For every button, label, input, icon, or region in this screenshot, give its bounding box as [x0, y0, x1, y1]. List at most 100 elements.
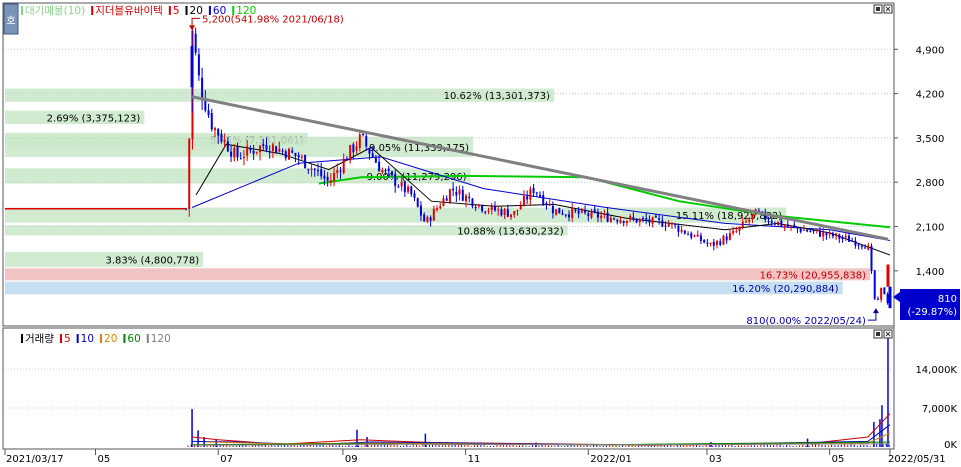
candle-body: [551, 205, 554, 214]
candle-body: [255, 151, 258, 153]
candle-body: [835, 233, 838, 237]
candle-body: [606, 212, 609, 222]
candle-body: [593, 209, 596, 213]
candle-body: [477, 204, 480, 207]
candle-body: [683, 230, 686, 234]
candle-body: [281, 150, 284, 152]
volume-tick-label: 0K: [944, 440, 957, 451]
legend-swatch: [123, 334, 126, 343]
candle-body: [802, 229, 805, 231]
candle-body: [564, 214, 567, 216]
legend-swatch: [208, 6, 211, 15]
candle-body: [860, 245, 863, 248]
candle-body: [590, 210, 593, 218]
stock-chart: 10.62% (13,301,373)2.69% (3,375,123)5.85…: [2, 2, 960, 465]
candle-body: [210, 112, 213, 130]
candle-body: [532, 187, 535, 193]
candle-body: [345, 158, 348, 161]
candle-body: [873, 270, 876, 299]
candle-body: [342, 158, 345, 173]
date-tick-label: 2022/01: [590, 454, 632, 465]
candle-body: [577, 210, 580, 214]
candle-body: [410, 186, 413, 195]
date-tick-label: 11: [468, 454, 481, 465]
candle-body: [883, 287, 886, 295]
candle-body: [407, 186, 410, 192]
candle-body: [748, 219, 751, 222]
candle-body: [465, 195, 468, 202]
candle-body: [278, 148, 281, 152]
legend-label: 5: [173, 5, 180, 17]
candle-body: [696, 234, 699, 237]
candle-body: [516, 209, 519, 211]
candle-body: [230, 151, 233, 157]
candle-body: [368, 148, 371, 154]
candle-body: [545, 202, 548, 206]
price-tick-label: 4,200: [916, 90, 945, 101]
candle-body: [806, 229, 809, 232]
volume-profile-bar: [5, 281, 843, 295]
candle-body: [841, 237, 844, 239]
candle-body: [625, 220, 628, 223]
candle-body: [609, 217, 612, 222]
candle-body: [596, 211, 599, 218]
candle-body: [268, 151, 271, 153]
candle-body: [522, 196, 525, 206]
candle-body: [326, 176, 329, 181]
candle-body: [204, 99, 207, 111]
candle-body: [316, 170, 319, 172]
candle-body: [452, 188, 455, 191]
volume-tick-label: 14,000K: [915, 365, 957, 376]
candle-body: [725, 236, 728, 241]
candle-body: [699, 235, 702, 241]
volume-axis: 14,000K 7,000K 0K: [915, 365, 957, 451]
candle-body: [239, 158, 242, 160]
legend-swatch: [91, 6, 94, 15]
legend-label: 120: [236, 5, 256, 17]
candle-body: [461, 189, 464, 201]
legend-label: 60: [127, 333, 140, 345]
candle-body: [838, 234, 841, 239]
candle-body: [307, 168, 310, 170]
legend-label: 60: [213, 5, 226, 17]
low-annotation: 810(0.00% 2022/05/24): [746, 316, 866, 327]
candle-body: [886, 293, 889, 304]
candle-body: [474, 207, 477, 209]
candle-body: [732, 230, 735, 234]
candle-body: [677, 225, 680, 232]
candle-body: [770, 221, 773, 223]
candle-body: [188, 138, 191, 209]
candle-body: [529, 188, 532, 200]
candle-body: [236, 146, 239, 158]
candle-body: [242, 157, 245, 159]
legend-label: 20: [104, 333, 117, 345]
candle-body: [365, 136, 368, 147]
candle-body: [271, 144, 274, 152]
candle-body: [574, 209, 577, 212]
candle-body: [381, 170, 384, 173]
candle-body: [336, 170, 339, 173]
date-tick-label: 09: [345, 454, 358, 465]
date-tick-label: 2021/03/17: [6, 454, 64, 465]
legend-swatch: [21, 334, 23, 343]
candle-body: [741, 221, 744, 228]
candle-body: [645, 217, 648, 221]
volume-pane-frame: [2, 327, 895, 450]
legend-label: 10: [81, 333, 94, 345]
price-legend: 대기매물(10) 지더블유바이텍 5 20 60 120: [21, 5, 256, 17]
candle-body: [709, 242, 712, 244]
candle-body: [670, 222, 673, 225]
candle-body: [220, 133, 223, 142]
candle-body: [777, 221, 780, 226]
candle-body: [300, 156, 303, 158]
candle-body: [213, 128, 216, 131]
candle-body: [809, 231, 812, 233]
corner-label: 호: [6, 15, 15, 27]
candle-body: [284, 151, 287, 159]
candle-body: [831, 232, 834, 237]
candle-body: [201, 77, 204, 100]
candle-body: [419, 205, 422, 216]
candle-body: [783, 225, 786, 227]
candle-body: [571, 208, 574, 218]
legend-label: 5: [64, 333, 71, 345]
